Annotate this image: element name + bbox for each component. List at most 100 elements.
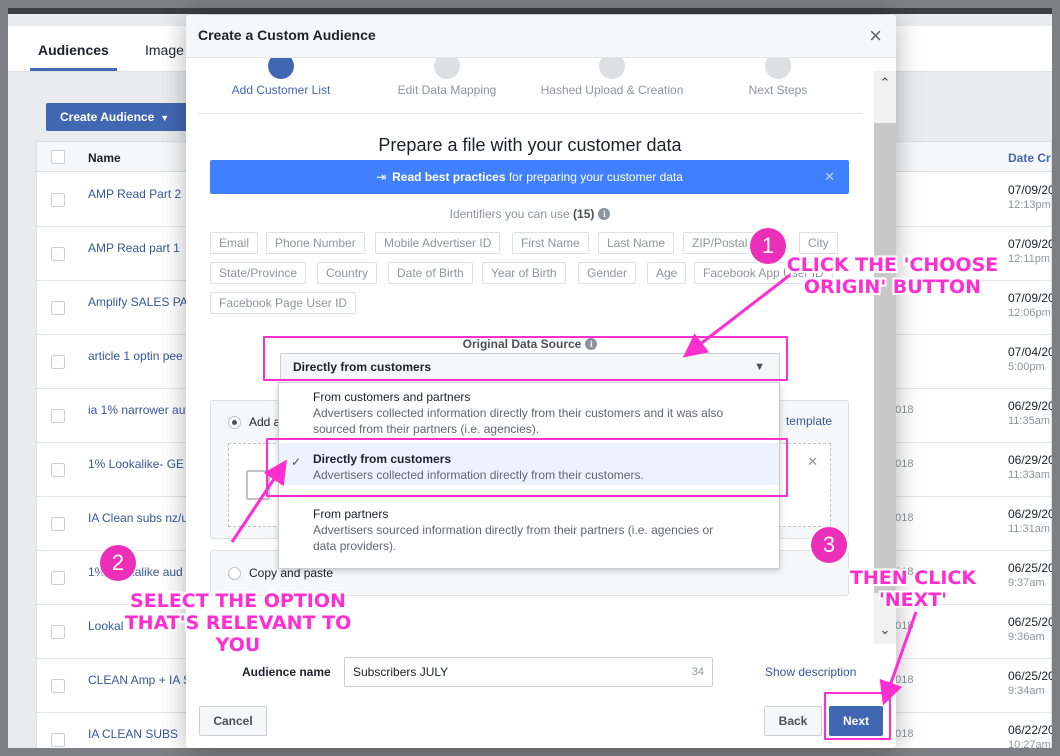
row-time: 9:36am xyxy=(1008,631,1045,643)
step-badge-1: 1 xyxy=(750,228,786,264)
row-checkbox[interactable] xyxy=(51,355,65,369)
identifier-chip: Phone Number xyxy=(266,232,365,254)
note-line: SELECT THE OPTION xyxy=(130,590,346,612)
row-time: 9:37am xyxy=(1008,577,1045,589)
option-description: Advertisers sourced information directly… xyxy=(313,523,714,553)
note-line: YOU xyxy=(215,634,261,656)
row-checkbox[interactable] xyxy=(51,193,65,207)
scroll-up-icon[interactable]: ⌃ xyxy=(874,75,896,91)
row-time: 9:34am xyxy=(1008,685,1045,697)
row-time: 12:13pm xyxy=(1008,199,1051,211)
audience-name-link[interactable]: ia 1% narrower au xyxy=(88,403,185,417)
copy-paste-radio[interactable] xyxy=(228,567,241,580)
row-checkbox[interactable] xyxy=(51,247,65,261)
tab-images[interactable]: Image xyxy=(145,42,184,58)
add-file-label: Add a xyxy=(249,415,281,429)
step-hashed-upload: Hashed Upload & Creation xyxy=(532,58,692,97)
identifier-chip: State/Province xyxy=(210,262,307,284)
annotation-note-1: CLICK THE 'CHOOSE ORIGIN' BUTTON xyxy=(785,254,1000,298)
scroll-down-icon[interactable]: ⌄ xyxy=(874,622,896,638)
row-checkbox[interactable] xyxy=(51,679,65,693)
identifier-chip: Country xyxy=(317,262,378,284)
audience-name-link[interactable]: IA CLEAN SUBS xyxy=(88,727,178,741)
row-date: 06/29/20 xyxy=(1008,453,1052,467)
audience-name-link[interactable]: Amplify SALES PA xyxy=(88,295,188,309)
identifier-chip: First Name xyxy=(512,232,589,254)
audience-name-link[interactable]: IA Clean subs nz/u xyxy=(88,511,188,525)
close-icon[interactable]: ✕ xyxy=(824,160,835,194)
identifier-chip: Facebook Page User ID xyxy=(210,292,357,314)
column-header-date[interactable]: Date Cr xyxy=(1008,151,1051,165)
identifier-chip: Last Name xyxy=(598,232,675,254)
note-line: THEN CLICK xyxy=(849,567,977,589)
remove-file-icon[interactable]: ✕ xyxy=(807,454,818,470)
scrollbar-thumb[interactable] xyxy=(874,123,896,593)
step-edit-data-mapping: Edit Data Mapping xyxy=(382,58,512,97)
note-line: THAT'S RELEVANT TO xyxy=(124,612,352,634)
identifiers-label: Identifiers you can use (15) i xyxy=(186,207,874,221)
row-time: 12:11pm xyxy=(1008,253,1050,265)
note-line: CLICK THE 'CHOOSE xyxy=(786,254,999,276)
audience-name-input[interactable]: Subscribers JULY 34 xyxy=(344,657,713,687)
identifier-chip: Email xyxy=(210,232,259,254)
column-header-name[interactable]: Name xyxy=(88,151,121,165)
step-badge-3: 3 xyxy=(811,527,847,563)
identifier-chip: City xyxy=(799,232,838,254)
step-dot xyxy=(434,58,460,79)
best-practices-banner[interactable]: ⇥ Read best practices for preparing your … xyxy=(210,160,849,194)
best-practices-text: for preparing your customer data xyxy=(505,170,683,184)
row-checkbox[interactable] xyxy=(51,517,65,531)
step-dot xyxy=(268,58,294,79)
audience-name-link[interactable]: article 1 optin pee xyxy=(88,349,183,363)
option-title: From partners xyxy=(313,507,389,521)
note-line: ORIGIN' BUTTON xyxy=(803,276,982,298)
upload-file-radio[interactable] xyxy=(228,416,241,429)
annotation-note-3: THEN CLICK 'NEXT' xyxy=(838,567,988,611)
audience-name-link[interactable]: AMP Read part 1 xyxy=(88,241,180,255)
step-label: Hashed Upload & Creation xyxy=(540,83,684,97)
dialog-footer: Audience name Subscribers JULY 34 Show d… xyxy=(186,644,896,748)
identifier-chip: Age xyxy=(647,262,687,284)
step-badge-2: 2 xyxy=(100,545,136,581)
row-date: 06/22/20 xyxy=(1008,723,1052,737)
identifier-chip: Gender xyxy=(578,262,637,284)
row-date: 07/09/20 xyxy=(1008,183,1052,197)
identifier-chip: ZIP/Postal xyxy=(683,232,757,254)
annotation-note-2: SELECT THE OPTION THAT'S RELEVANT TO YOU xyxy=(118,590,358,656)
select-all-checkbox[interactable] xyxy=(51,150,65,164)
tab-audiences[interactable]: Audiences xyxy=(30,42,117,71)
highlight-selected-option xyxy=(266,438,788,497)
option-title: From customers and partners xyxy=(313,390,471,404)
show-description-link[interactable]: Show description xyxy=(765,665,856,679)
row-date: 06/29/20 xyxy=(1008,399,1052,413)
create-audience-button[interactable]: Create Audience ▼ xyxy=(46,103,194,131)
identifier-chip: Year of Birth xyxy=(482,262,566,284)
row-date: 07/09/20 xyxy=(1008,237,1052,251)
best-practices-link[interactable]: Read best practices xyxy=(392,170,505,184)
row-time: 10:27am xyxy=(1008,739,1051,748)
cancel-button[interactable]: Cancel xyxy=(199,706,267,736)
back-button[interactable]: Back xyxy=(764,706,822,736)
option-customers-and-partners[interactable]: From customers and partners Advertisers … xyxy=(279,389,779,436)
download-template-link[interactable]: template xyxy=(786,414,832,428)
highlight-next-button xyxy=(824,692,891,740)
row-checkbox[interactable] xyxy=(51,301,65,315)
info-icon[interactable]: i xyxy=(598,208,611,220)
audience-name-link[interactable]: 1% Lookalike- GE xyxy=(88,457,184,471)
external-link-icon: ⇥ xyxy=(376,170,387,184)
row-checkbox[interactable] xyxy=(51,733,65,747)
row-checkbox[interactable] xyxy=(51,409,65,423)
row-checkbox[interactable] xyxy=(51,571,65,585)
option-from-partners[interactable]: From partners Advertisers sourced inform… xyxy=(279,498,779,558)
row-date: 07/04/20 xyxy=(1008,345,1052,359)
row-date: 06/29/20 xyxy=(1008,507,1052,521)
row-date: 06/25/20 xyxy=(1008,669,1052,683)
audience-name-link[interactable]: AMP Read Part 2 xyxy=(88,187,181,201)
row-checkbox[interactable] xyxy=(51,625,65,639)
row-checkbox[interactable] xyxy=(51,463,65,477)
identifier-chip: Date of Birth xyxy=(388,262,473,284)
dialog-scrollbar[interactable]: ⌃ ⌄ xyxy=(874,71,896,645)
audience-name-link[interactable]: CLEAN Amp + IA S xyxy=(88,673,191,687)
identifier-chip: Mobile Advertiser ID xyxy=(375,232,501,254)
close-icon[interactable]: × xyxy=(869,25,882,47)
